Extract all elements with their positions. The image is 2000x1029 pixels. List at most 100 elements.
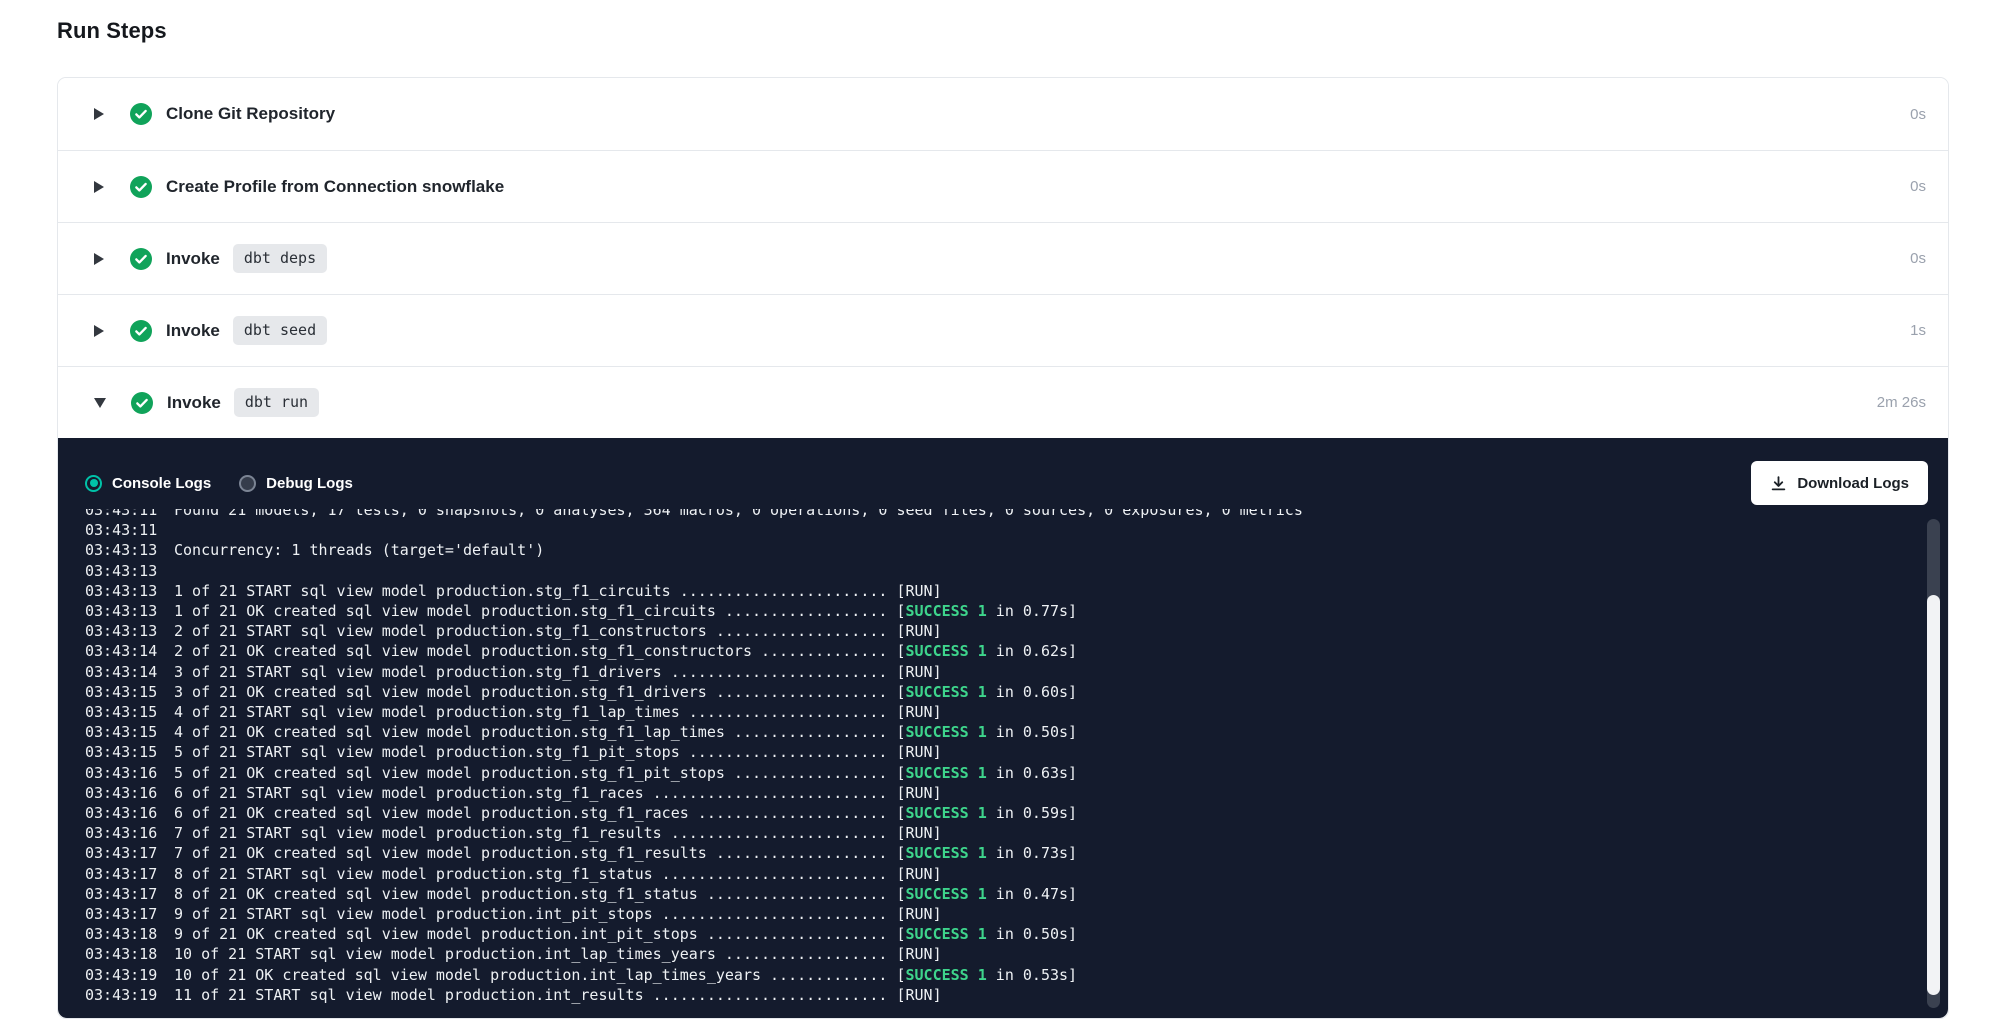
log-timestamp: 03:43:15 [85,682,174,702]
log-line: 03:43:166 of 21 START sql view model pro… [85,783,1908,803]
log-line: 03:43:153 of 21 OK created sql view mode… [85,682,1908,702]
log-timestamp: 03:43:13 [85,540,174,560]
step-duration: 0s [1910,106,1926,123]
log-timestamp: 03:43:17 [85,864,174,884]
log-timestamp: 03:43:15 [85,702,174,722]
radio-unselected-icon [239,475,256,492]
debug-logs-radio[interactable]: Debug Logs [239,475,353,492]
step-row[interactable]: Invoke dbt run 2m 26s [58,366,1948,438]
console-logs-label: Console Logs [112,475,211,492]
log-line: 03:43:165 of 21 OK created sql view mode… [85,763,1908,783]
step-label: Clone Git Repository [166,104,335,124]
log-line: 03:43:166 of 21 OK created sql view mode… [85,803,1908,823]
debug-logs-label: Debug Logs [266,475,353,492]
step-command-chip: dbt run [234,388,319,417]
log-timestamp: 03:43:13 [85,621,174,641]
log-message: 5 of 21 OK created sql view model produc… [174,764,1077,782]
log-line: 03:43:154 of 21 START sql view model pro… [85,702,1908,722]
log-message: 2 of 21 OK created sql view model produc… [174,642,1077,660]
log-line: 03:43:167 of 21 START sql view model pro… [85,823,1908,843]
step-duration: 1s [1910,322,1926,339]
log-timestamp: 03:43:11 [85,509,174,520]
log-line: 03:43:13Concurrency: 1 threads (target='… [85,540,1908,560]
step-row[interactable]: Invoke dbt deps 0s [58,222,1948,294]
log-timestamp: 03:43:13 [85,581,174,601]
log-line: 03:43:142 of 21 OK created sql view mode… [85,641,1908,661]
step-label: Invoke [166,321,220,341]
log-timestamp: 03:43:17 [85,884,174,904]
log-message: 1 of 21 OK created sql view model produc… [174,602,1077,620]
step-label: Invoke [167,393,221,413]
step-duration: 0s [1910,178,1926,195]
log-message: 4 of 21 OK created sql view model produc… [174,723,1077,741]
success-check-icon [131,392,153,414]
log-message: 8 of 21 OK created sql view model produc… [174,885,1077,903]
log-message: Found 21 models, 17 tests, 0 snapshots, … [174,509,1303,519]
log-line: 03:43:11 [85,520,1908,540]
log-line: 03:43:179 of 21 START sql view model pro… [85,904,1908,924]
log-message: 8 of 21 START sql view model production.… [174,865,942,883]
step-label: Invoke [166,249,220,269]
log-timestamp: 03:43:16 [85,763,174,783]
log-message: 6 of 21 OK created sql view model produc… [174,804,1077,822]
log-message: 6 of 21 START sql view model production.… [174,784,942,802]
log-message: 3 of 21 OK created sql view model produc… [174,683,1077,701]
log-line: 03:43:178 of 21 START sql view model pro… [85,864,1908,884]
log-timestamp: 03:43:15 [85,722,174,742]
run-steps-list: Clone Git Repository0sCreate Profile fro… [57,77,1949,1019]
log-message: 11 of 21 START sql view model production… [174,986,942,1004]
page-title: Run Steps [57,18,2000,44]
log-message: 5 of 21 START sql view model production.… [174,743,942,761]
download-logs-button[interactable]: Download Logs [1751,461,1928,505]
expand-caret-icon[interactable] [94,253,104,265]
log-timestamp: 03:43:13 [85,561,174,581]
step-command-chip: dbt seed [233,316,327,345]
log-lines: 03:43:11Found 21 models, 17 tests, 0 sna… [85,509,1908,1005]
log-timestamp: 03:43:18 [85,924,174,944]
collapse-caret-icon[interactable] [94,398,106,408]
expand-caret-icon[interactable] [94,181,104,193]
log-line: 03:43:155 of 21 START sql view model pro… [85,742,1908,762]
log-message: 1 of 21 START sql view model production.… [174,582,942,600]
success-check-icon [130,248,152,270]
log-line: 03:43:11Found 21 models, 17 tests, 0 sna… [85,509,1908,520]
log-message: 4 of 21 START sql view model production.… [174,703,942,721]
success-check-icon [130,320,152,342]
log-message: 9 of 21 START sql view model production.… [174,905,942,923]
log-line: 03:43:154 of 21 OK created sql view mode… [85,722,1908,742]
log-area: 03:43:11Found 21 models, 17 tests, 0 sna… [58,509,1948,1015]
log-panel: Console Logs Debug Logs Download Logs 03… [58,438,1948,1018]
step-command-chip: dbt deps [233,244,327,273]
log-line: 03:43:178 of 21 OK created sql view mode… [85,884,1908,904]
step-row[interactable]: Invoke dbt seed 1s [58,294,1948,366]
step-row[interactable]: Create Profile from Connection snowflake… [58,150,1948,222]
log-message: 7 of 21 START sql view model production.… [174,824,942,842]
log-message: Concurrency: 1 threads (target='default'… [174,541,544,559]
log-message: 9 of 21 OK created sql view model produc… [174,925,1077,943]
log-timestamp: 03:43:17 [85,904,174,924]
log-line: 03:43:1911 of 21 START sql view model pr… [85,985,1908,1005]
step-row[interactable]: Clone Git Repository 0s [58,78,1948,150]
log-message: 10 of 21 OK created sql view model produ… [174,966,1077,984]
log-timestamp: 03:43:14 [85,662,174,682]
step-duration: 0s [1910,250,1926,267]
log-message: 7 of 21 OK created sql view model produc… [174,844,1077,862]
log-timestamp: 03:43:16 [85,823,174,843]
success-check-icon [130,103,152,125]
log-scrollbar-thumb[interactable] [1927,595,1940,995]
log-timestamp: 03:43:16 [85,783,174,803]
log-timestamp: 03:43:11 [85,520,174,540]
download-icon [1770,475,1787,492]
log-scrollbar-track[interactable] [1927,519,1940,1008]
log-line: 03:43:177 of 21 OK created sql view mode… [85,843,1908,863]
log-message: 2 of 21 START sql view model production.… [174,622,942,640]
expand-caret-icon[interactable] [94,108,104,120]
log-line: 03:43:131 of 21 START sql view model pro… [85,581,1908,601]
step-duration: 2m 26s [1877,394,1926,411]
log-timestamp: 03:43:19 [85,965,174,985]
log-line: 03:43:1810 of 21 START sql view model pr… [85,944,1908,964]
success-check-icon [130,176,152,198]
console-logs-radio[interactable]: Console Logs [85,475,211,492]
log-line: 03:43:1910 of 21 OK created sql view mod… [85,965,1908,985]
expand-caret-icon[interactable] [94,325,104,337]
